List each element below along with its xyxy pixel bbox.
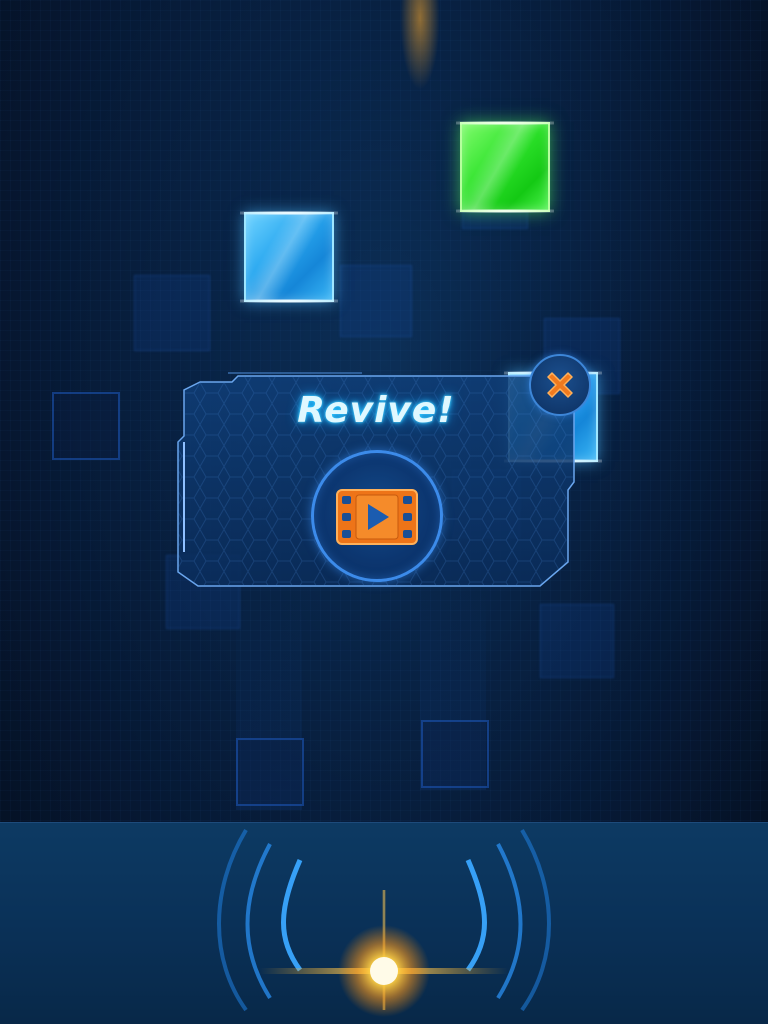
lane-target-square (52, 392, 120, 460)
tile-edge-glow (456, 209, 554, 213)
sound-wave-arc (465, 858, 487, 972)
lane-target-square (421, 720, 489, 788)
game-stage[interactable]: Revive! (0, 0, 768, 1024)
background-square (340, 265, 412, 337)
video-play-icon (336, 489, 418, 545)
sound-wave-arc (217, 828, 248, 1012)
sound-emitter (217, 828, 551, 1017)
tile-edge-glow (240, 211, 338, 215)
tile-green[interactable] (456, 121, 554, 213)
close-x-icon (547, 372, 573, 398)
tile-edge-glow (456, 121, 554, 125)
sound-wave-arc (496, 843, 523, 1000)
watch-video-revive-button[interactable] (311, 450, 443, 582)
lane-target-square (236, 738, 304, 806)
orange-streak-effect (400, 0, 440, 90)
revive-dialog: Revive! (176, 372, 576, 590)
tile-edge-glow (240, 299, 338, 303)
sound-wave-arc (520, 828, 551, 1012)
background-square (134, 275, 210, 351)
close-button[interactable] (529, 354, 591, 416)
tile-blue[interactable] (240, 211, 338, 303)
background-square (540, 604, 614, 678)
tile-shine (462, 124, 548, 210)
tile-shine (246, 214, 332, 300)
dialog-title: Revive! (297, 390, 455, 431)
sound-wave-arc (281, 858, 303, 972)
sound-wave-arc (245, 843, 272, 1000)
